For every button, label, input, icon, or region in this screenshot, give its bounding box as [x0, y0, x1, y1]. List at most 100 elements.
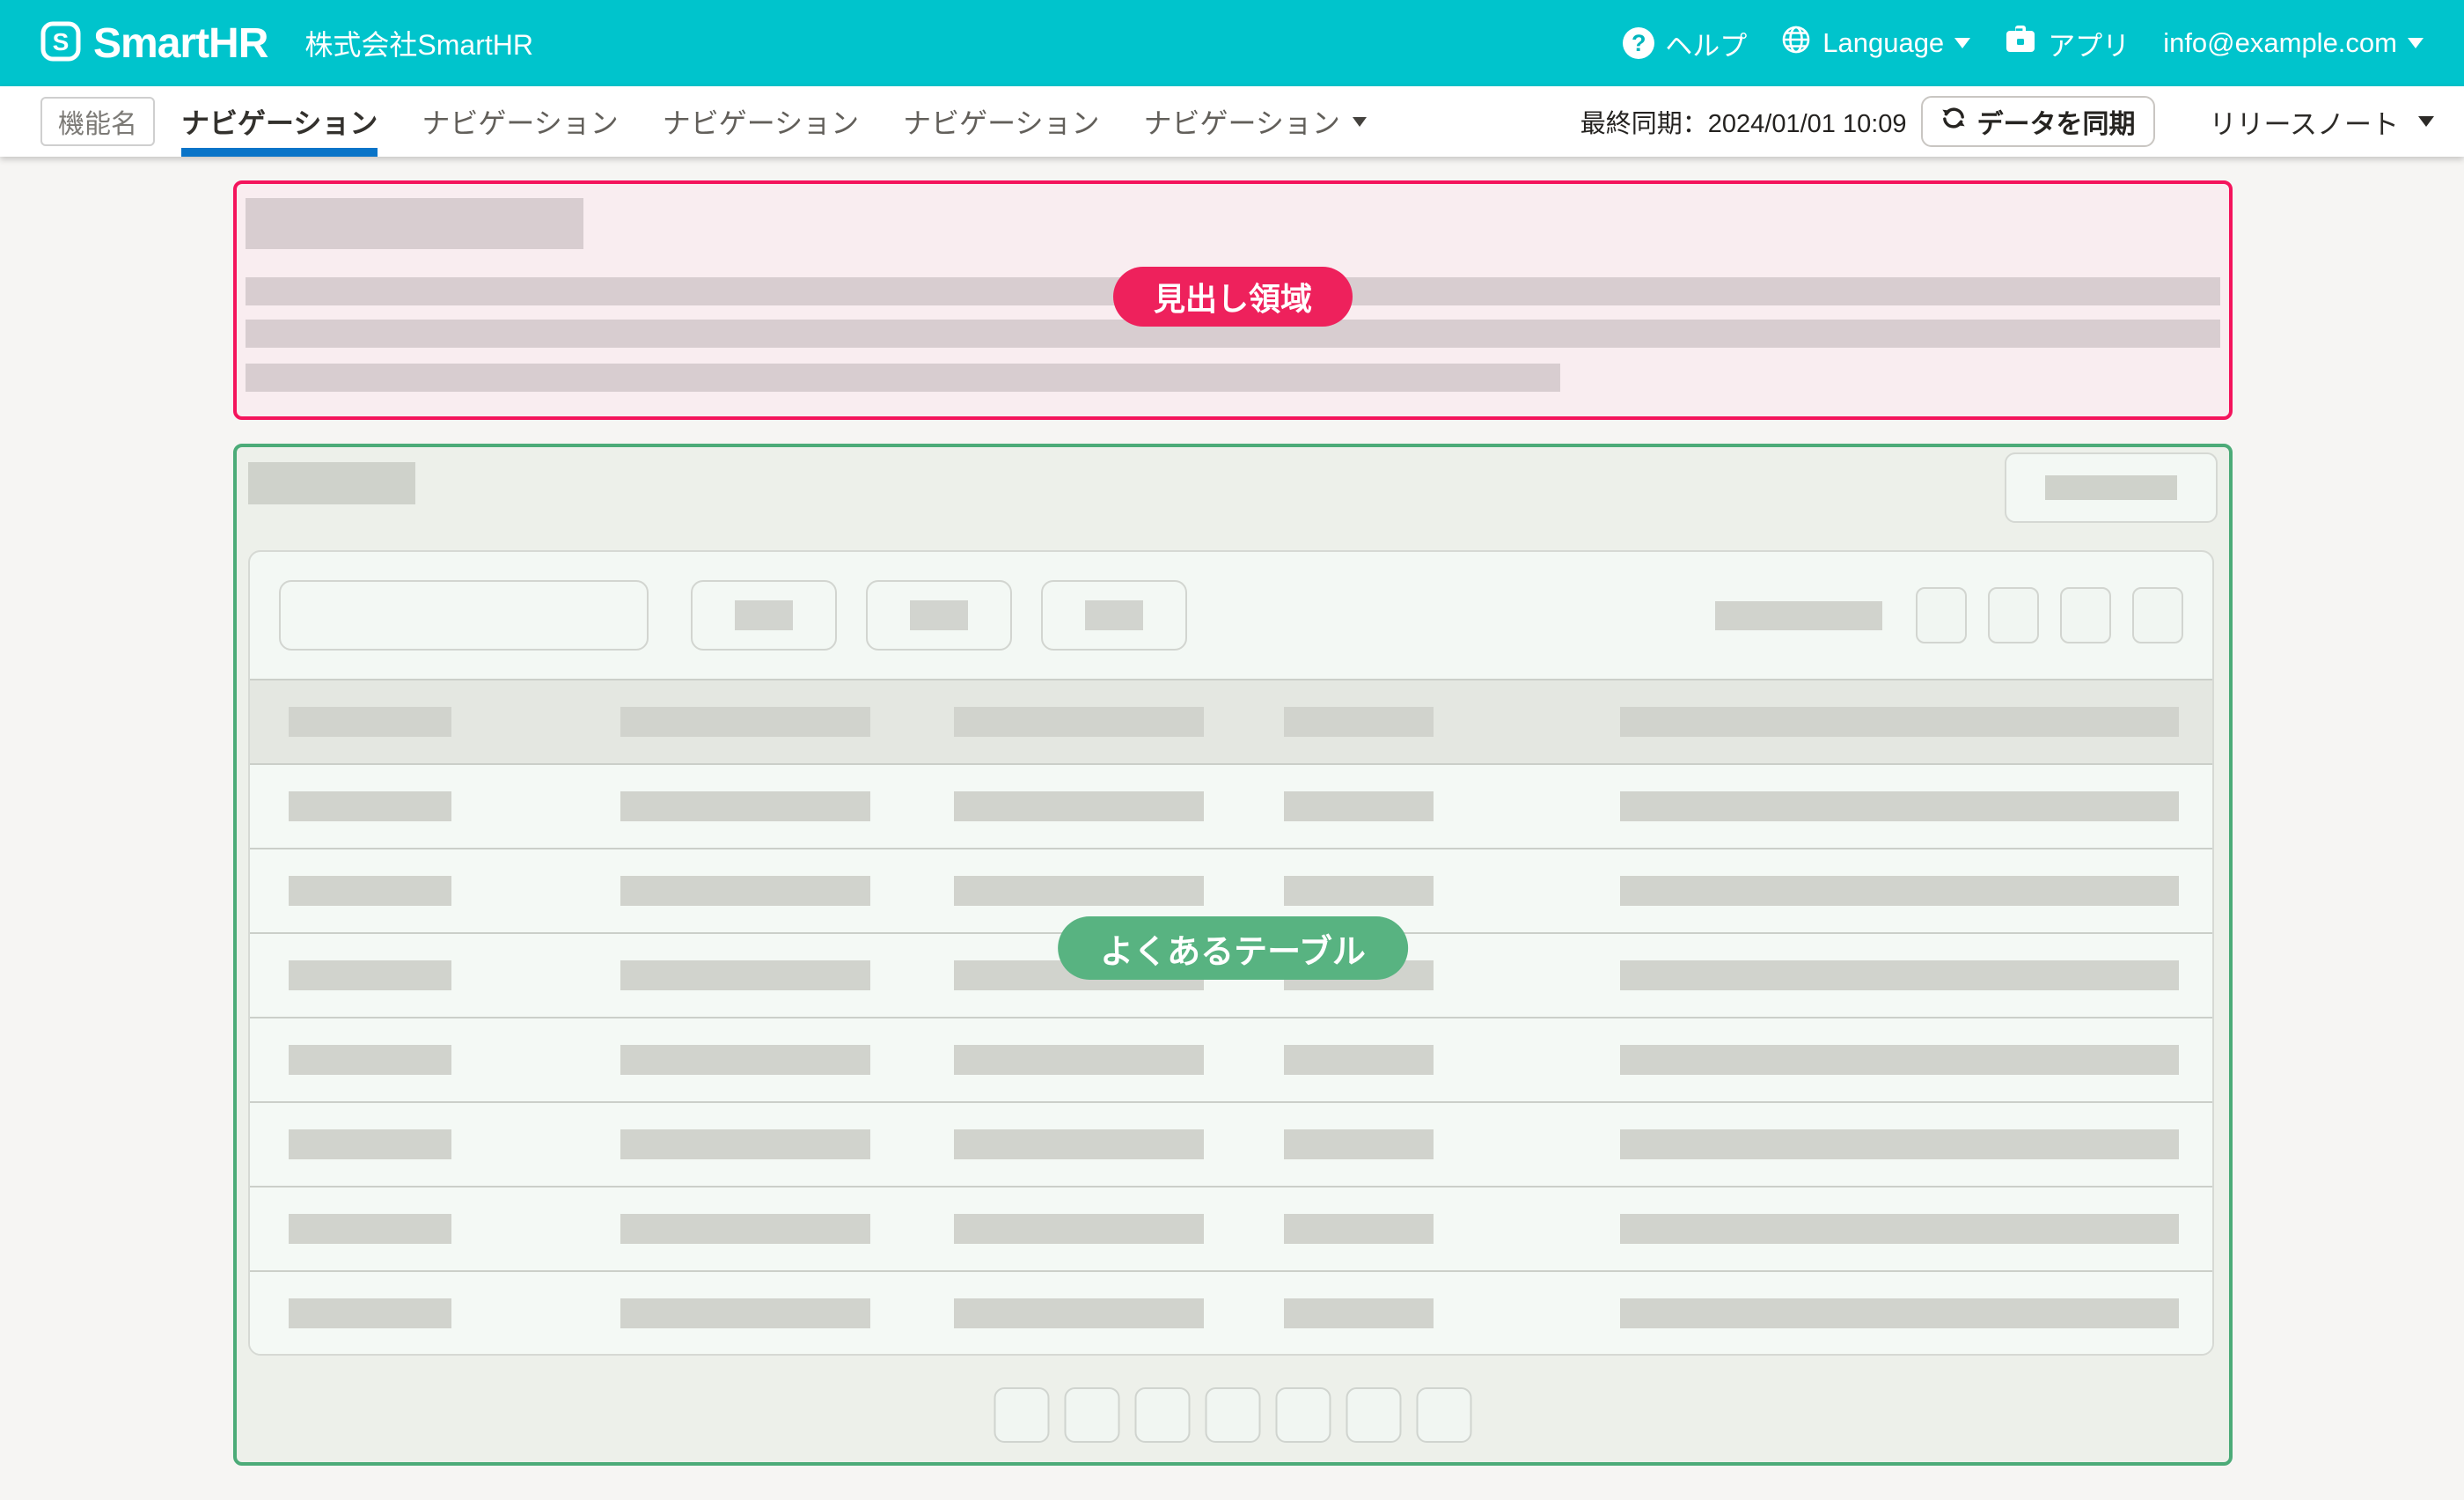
cell-skeleton-bar [289, 876, 451, 906]
cell-skeleton-bar [289, 1129, 451, 1159]
table-row [250, 1101, 2212, 1186]
chevron-down-icon [2418, 116, 2434, 127]
cell-skeleton-bar [1284, 1129, 1434, 1159]
nav-tab-label: ナビゲーション [903, 101, 1099, 142]
table-row [250, 1017, 2212, 1101]
view-icon-buttons [1916, 587, 2183, 643]
button-label-skeleton [735, 600, 793, 630]
svg-text:S: S [53, 28, 70, 55]
appbar-menu: ヘルプ Language [1623, 24, 2424, 63]
table-icon-button[interactable] [2060, 587, 2111, 643]
nav-tab[interactable]: ナビゲーション [663, 86, 859, 157]
cell-skeleton-bar [954, 1214, 1204, 1244]
cell-skeleton-bar [1620, 1298, 2179, 1328]
cell-skeleton-bar [1620, 876, 2179, 906]
refresh-icon [1940, 105, 1967, 138]
table [250, 679, 2212, 1355]
help-label: ヘルプ [1665, 24, 1747, 63]
nav-right: 最終同期：2024/01/01 10:09 データを同期 リリースノート [1580, 86, 2434, 157]
button-label-skeleton [1085, 600, 1143, 630]
brand-name: SmartHR [93, 19, 268, 68]
sync-data-button[interactable]: データを同期 [1921, 96, 2155, 147]
table-area-label-pill: よくあるテーブル [1058, 916, 1408, 980]
smarthr-logo-icon: S [40, 21, 81, 66]
table-action-button[interactable] [2005, 452, 2218, 523]
pagination-button[interactable] [1346, 1387, 1402, 1443]
pagination [994, 1387, 1472, 1443]
cell-skeleton-bar [1284, 1214, 1434, 1244]
pagination-button[interactable] [1135, 1387, 1191, 1443]
cell-skeleton-bar [620, 876, 870, 906]
cell-skeleton-bar [289, 1214, 451, 1244]
release-notes-menu[interactable]: リリースノート [2210, 102, 2434, 142]
table-icon-button[interactable] [1916, 587, 1967, 643]
cell-skeleton-bar [620, 707, 870, 737]
nav-tab[interactable]: ナビゲーション [903, 86, 1099, 157]
release-notes-label: リリースノート [2210, 102, 2399, 142]
nav-tab[interactable]: ナビゲーション [1144, 86, 1367, 157]
search-input[interactable] [279, 580, 649, 651]
app-nav: 機能名 ナビゲーション ナビゲーション ナビゲーション ナビゲーションナビゲーション … [0, 86, 2464, 157]
table-icon-button[interactable] [2132, 587, 2183, 643]
skeleton-text-line [246, 364, 1560, 392]
feature-name-badge: 機能名 [40, 97, 155, 146]
nav-tab[interactable]: ナビゲーション [422, 86, 618, 157]
apps-menu[interactable]: アプリ [2004, 24, 2130, 63]
chevron-down-icon [2408, 38, 2424, 48]
pagination-button[interactable] [1276, 1387, 1331, 1443]
chevron-down-icon [1353, 117, 1367, 127]
cell-skeleton-bar [289, 1298, 451, 1328]
button-label-skeleton [910, 600, 968, 630]
cell-skeleton-bar [954, 707, 1204, 737]
table-header-row [250, 679, 2212, 763]
pagination-button[interactable] [1065, 1387, 1120, 1443]
cell-skeleton-bar [289, 1045, 451, 1075]
account-menu[interactable]: info@example.com [2163, 27, 2424, 59]
app-header: S SmartHR 株式会社SmartHR ヘルプ Language [0, 0, 2464, 86]
cell-skeleton-bar [954, 876, 1204, 906]
sync-data-label: データを同期 [1977, 102, 2136, 141]
pagination-button[interactable] [1206, 1387, 1261, 1443]
nav-tab-label: ナビゲーション [181, 101, 378, 142]
heading-area-section: 見出し領域 [233, 180, 2233, 420]
cell-skeleton-bar [1284, 1298, 1434, 1328]
pagination-button[interactable] [994, 1387, 1050, 1443]
cell-skeleton-bar [620, 1214, 870, 1244]
result-count-skeleton [1715, 601, 1882, 630]
filter-buttons [662, 580, 1187, 651]
nav-tab-label: ナビゲーション [1144, 101, 1340, 142]
cell-skeleton-bar [1620, 1129, 2179, 1159]
cell-skeleton-bar [954, 1129, 1204, 1159]
heading-area-label-pill: 見出し領域 [1113, 267, 1353, 327]
cell-skeleton-bar [1620, 960, 2179, 990]
cell-skeleton-bar [1284, 1045, 1434, 1075]
filter-button[interactable] [866, 580, 1012, 651]
cell-skeleton-bar [289, 791, 451, 821]
account-email: info@example.com [2163, 27, 2397, 59]
language-menu[interactable]: Language [1780, 24, 1970, 62]
table-row [250, 763, 2212, 848]
nav-tab[interactable]: ナビゲーション [181, 86, 378, 157]
cell-skeleton-bar [1620, 1214, 2179, 1244]
button-label-skeleton [2045, 475, 2177, 500]
help-icon [1623, 27, 1654, 59]
language-label: Language [1822, 27, 1944, 59]
apps-label: アプリ [2048, 24, 2130, 63]
nav-tabs: ナビゲーション ナビゲーション ナビゲーション ナビゲーション ナビゲーション [181, 86, 1367, 157]
table-row [250, 1270, 2212, 1355]
cell-skeleton-bar [954, 1045, 1204, 1075]
cell-skeleton-bar [1284, 876, 1434, 906]
cell-skeleton-bar [1620, 1045, 2179, 1075]
table-controls [250, 552, 2212, 679]
pagination-button[interactable] [1417, 1387, 1472, 1443]
filter-button[interactable] [1041, 580, 1187, 651]
cell-skeleton-bar [954, 791, 1204, 821]
help-menu[interactable]: ヘルプ [1623, 24, 1747, 63]
filter-button[interactable] [691, 580, 837, 651]
chevron-down-icon [1954, 38, 1970, 48]
table-icon-button[interactable] [1988, 587, 2039, 643]
page-title-skeleton [246, 198, 583, 249]
brand: S SmartHR 株式会社SmartHR [40, 19, 533, 68]
nav-tab-label: ナビゲーション [663, 101, 859, 142]
main-content: 見出し領域 よくあるテーブル [0, 157, 2464, 1500]
